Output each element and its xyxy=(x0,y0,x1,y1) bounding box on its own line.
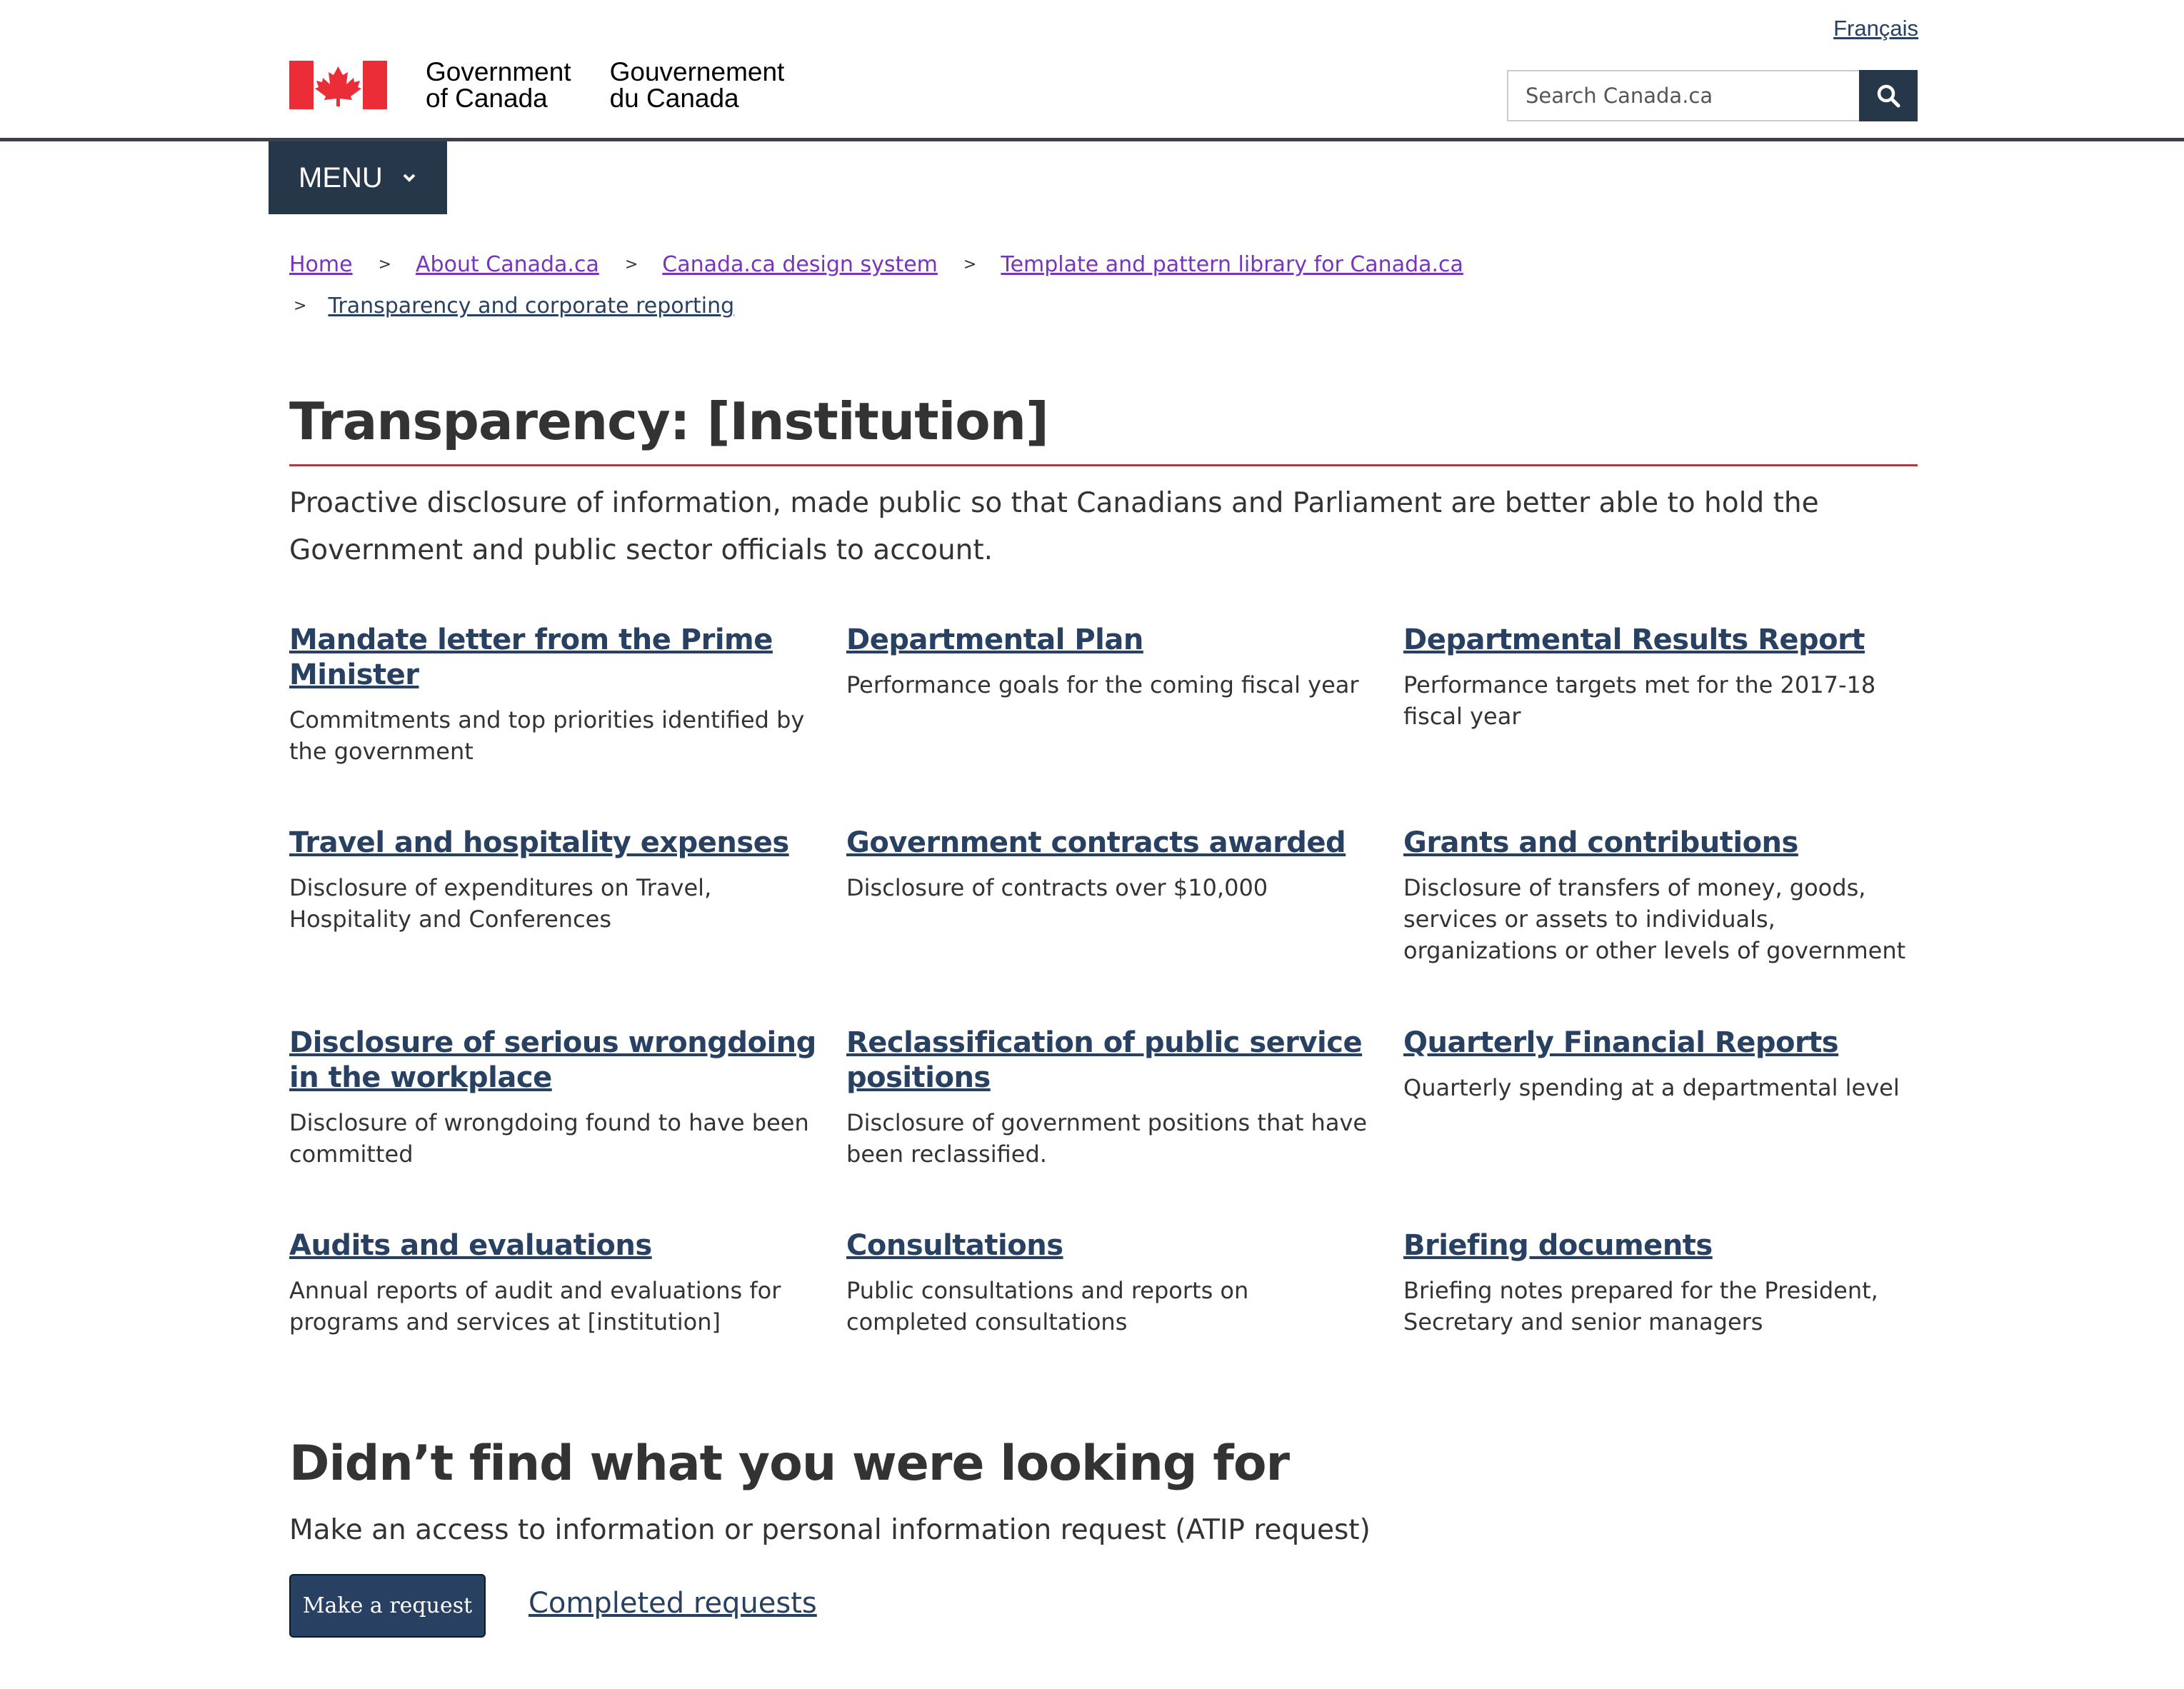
card-description: Performance targets met for the 2017-18 … xyxy=(1403,671,1876,730)
card-audits-evaluations: Audits and evaluations Annual reports of… xyxy=(289,1228,818,1338)
make-request-button[interactable]: Make a request xyxy=(289,1574,486,1638)
search-form xyxy=(1507,70,1918,121)
card-description: Disclosure of wrongdoing found to have b… xyxy=(289,1109,809,1168)
breadcrumb-transparency[interactable]: Transparency and corporate reporting xyxy=(328,286,734,327)
search-button[interactable] xyxy=(1859,70,1918,121)
breadcrumb-separator: > xyxy=(294,297,307,315)
card-link-departmental-results[interactable]: Departmental Results Report xyxy=(1403,623,1932,658)
breadcrumb: Home > About Canada.ca > Canada.ca desig… xyxy=(289,244,1918,327)
card-link-wrongdoing[interactable]: Disclosure of serious wrongdoing in the … xyxy=(289,1026,818,1096)
title-underline xyxy=(289,464,1918,466)
card-description: Performance goals for the coming fiscal … xyxy=(846,671,1359,698)
card-link-mandate-letter[interactable]: Mandate letter from the Prime Minister xyxy=(289,623,818,693)
card-consultations: Consultations Public consultations and r… xyxy=(846,1228,1375,1338)
card-link-quarterly-reports[interactable]: Quarterly Financial Reports xyxy=(1403,1026,1932,1061)
card-link-grants-contributions[interactable]: Grants and contributions xyxy=(1403,826,1932,861)
menu-button[interactable]: MENU xyxy=(269,141,447,214)
breadcrumb-separator: > xyxy=(378,256,392,274)
signature-french-line2: du Canada xyxy=(609,84,739,113)
menu-label: MENU xyxy=(299,161,383,194)
card-reclassification: Reclassification of public service posit… xyxy=(846,1026,1375,1170)
signature-english: Government of Canada xyxy=(426,59,571,111)
canada-flag-icon xyxy=(289,61,387,109)
language-toggle-link[interactable]: Français xyxy=(1833,16,1918,41)
page-title: Transparency: [Institution] xyxy=(289,391,1049,451)
card-link-government-contracts[interactable]: Government contracts awarded xyxy=(846,826,1375,861)
breadcrumb-about[interactable]: About Canada.ca xyxy=(416,244,599,286)
card-description: Disclosure of contracts over $10,000 xyxy=(846,874,1268,901)
card-description: Public consultations and reports on comp… xyxy=(846,1277,1249,1335)
card-description: Annual reports of audit and evaluations … xyxy=(289,1277,781,1335)
card-travel-hospitality: Travel and hospitality expenses Disclosu… xyxy=(289,826,818,935)
card-description: Commitments and top priorities identifie… xyxy=(289,706,805,765)
card-briefing-documents: Briefing documents Briefing notes prepar… xyxy=(1403,1228,1932,1338)
card-mandate-letter: Mandate letter from the Prime Minister C… xyxy=(289,623,818,767)
signature-english-line2: of Canada xyxy=(426,84,548,113)
card-wrongdoing: Disclosure of serious wrongdoing in the … xyxy=(289,1026,818,1170)
card-quarterly-reports: Quarterly Financial Reports Quarterly sp… xyxy=(1403,1026,1932,1103)
card-link-departmental-plan[interactable]: Departmental Plan xyxy=(846,623,1375,658)
not-found-heading: Didn’t find what you were looking for xyxy=(289,1435,1290,1492)
card-description: Quarterly spending at a departmental lev… xyxy=(1403,1074,1900,1101)
signature-french: Gouvernement du Canada xyxy=(610,59,785,111)
completed-requests-link[interactable]: Completed requests xyxy=(529,1587,817,1620)
breadcrumb-home[interactable]: Home xyxy=(289,244,353,286)
page-intro: Proactive disclosure of information, mad… xyxy=(289,487,1819,566)
card-grants-contributions: Grants and contributions Disclosure of t… xyxy=(1403,826,1932,966)
search-icon xyxy=(1877,84,1900,108)
card-link-reclassification[interactable]: Reclassification of public service posit… xyxy=(846,1026,1375,1096)
card-link-briefing-documents[interactable]: Briefing documents xyxy=(1403,1228,1932,1263)
breadcrumb-separator: > xyxy=(963,256,977,274)
breadcrumb-separator: > xyxy=(624,256,638,274)
card-link-consultations[interactable]: Consultations xyxy=(846,1228,1375,1263)
signature-french-line1: Gouvernement xyxy=(609,57,785,86)
signature-english-line1: Government xyxy=(426,57,571,86)
card-link-travel-hospitality[interactable]: Travel and hospitality expenses xyxy=(289,826,818,861)
card-departmental-plan: Departmental Plan Performance goals for … xyxy=(846,623,1375,701)
card-description: Disclosure of transfers of money, goods,… xyxy=(1403,874,1906,964)
breadcrumb-design-system[interactable]: Canada.ca design system xyxy=(662,244,938,286)
card-link-audits-evaluations[interactable]: Audits and evaluations xyxy=(289,1228,818,1263)
government-signature[interactable]: Government of Canada Gouvernement du Can… xyxy=(289,59,784,111)
chevron-down-icon xyxy=(403,174,416,182)
card-departmental-results: Departmental Results Report Performance … xyxy=(1403,623,1932,732)
card-government-contracts: Government contracts awarded Disclosure … xyxy=(846,826,1375,903)
card-description: Briefing notes prepared for the Presiden… xyxy=(1403,1277,1878,1335)
card-description: Disclosure of expenditures on Travel, Ho… xyxy=(289,874,712,933)
atip-description: Make an access to information or persona… xyxy=(289,1514,1371,1546)
card-description: Disclosure of government positions that … xyxy=(846,1109,1368,1168)
breadcrumb-template-library[interactable]: Template and pattern library for Canada.… xyxy=(1001,244,1463,286)
search-input[interactable] xyxy=(1507,70,1859,121)
